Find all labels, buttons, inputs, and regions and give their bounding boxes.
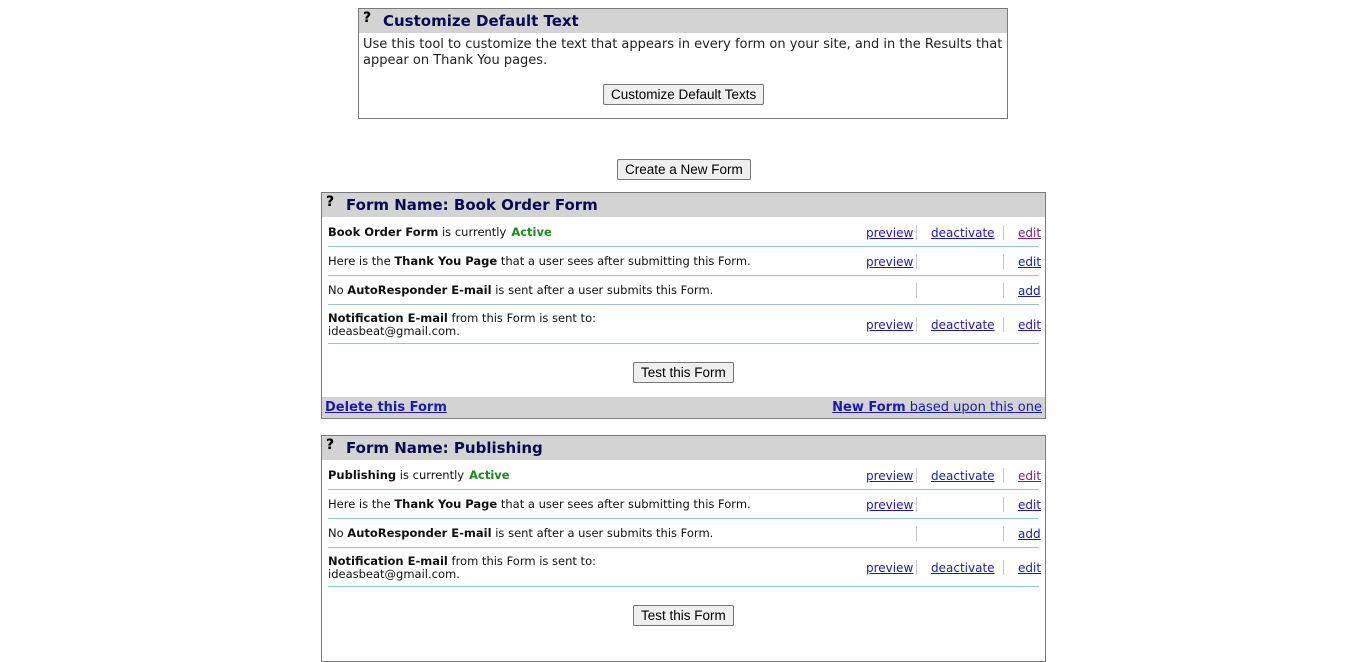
notification-row: Notification E-mail from this Form is se…: [328, 305, 1041, 344]
help-icon[interactable]: ?: [326, 437, 340, 453]
edit-notification-link[interactable]: edit: [1018, 318, 1041, 332]
add-autoresponder-link[interactable]: add: [1018, 284, 1041, 298]
deactivate-form-link[interactable]: deactivate: [931, 469, 995, 483]
form-panel-title: Form Name: Publishing: [346, 439, 543, 457]
help-icon[interactable]: ?: [363, 10, 377, 26]
preview-form-link[interactable]: preview: [866, 226, 913, 240]
status-badge: Active: [511, 225, 552, 239]
new-form-based-link[interactable]: New Form based upon this one: [832, 400, 1042, 415]
add-autoresponder-link[interactable]: add: [1018, 527, 1041, 541]
preview-form-link[interactable]: preview: [866, 469, 913, 483]
preview-thank-you-link[interactable]: preview: [866, 255, 913, 269]
customize-default-text-panel: ? Customize Default Text Use this tool t…: [358, 8, 1008, 119]
delete-form-link[interactable]: Delete this Form: [325, 400, 447, 415]
form-status-row: Book Order Form is currently Active previ…: [328, 218, 1041, 247]
edit-thank-you-link[interactable]: edit: [1018, 498, 1041, 512]
preview-notification-link[interactable]: preview: [866, 318, 913, 332]
notification-row: Notification E-mail from this Form is se…: [328, 548, 1041, 587]
form-panel-footer: Delete this Form New Form based upon thi…: [322, 397, 1045, 418]
edit-notification-link[interactable]: edit: [1018, 561, 1041, 575]
thank-you-page-row: Here is the Thank You Page that a user s…: [328, 490, 1041, 519]
notification-email: ideasbeat@gmail.com.: [328, 567, 460, 581]
form-panel-title: Form Name: Book Order Form: [346, 196, 598, 214]
form-status-row: Publishing is currently Active preview de…: [328, 461, 1041, 490]
create-new-form-button[interactable]: Create a New Form: [617, 159, 751, 180]
preview-notification-link[interactable]: preview: [866, 561, 913, 575]
help-icon[interactable]: ?: [326, 194, 340, 210]
customize-default-texts-button[interactable]: Customize Default Texts: [603, 84, 765, 105]
customize-panel-header: ? Customize Default Text: [359, 9, 1007, 33]
status-badge: Active: [469, 468, 510, 482]
test-form-button[interactable]: Test this Form: [633, 605, 734, 626]
form-panel-publishing: ? Form Name: Publishing Publishing is cu…: [321, 435, 1046, 662]
deactivate-form-link[interactable]: deactivate: [931, 226, 995, 240]
deactivate-notification-link[interactable]: deactivate: [931, 561, 995, 575]
customize-panel-title: Customize Default Text: [383, 12, 579, 30]
notification-email: ideasbeat@gmail.com.: [328, 324, 460, 338]
form-panel-header: ? Form Name: Book Order Form: [322, 193, 1045, 217]
autoresponder-row: No AutoResponder E-mail is sent after a …: [328, 519, 1041, 548]
edit-form-link[interactable]: edit: [1018, 469, 1041, 483]
autoresponder-row: No AutoResponder E-mail is sent after a …: [328, 276, 1041, 305]
preview-thank-you-link[interactable]: preview: [866, 498, 913, 512]
form-panel-header: ? Form Name: Publishing: [322, 436, 1045, 460]
edit-thank-you-link[interactable]: edit: [1018, 255, 1041, 269]
customize-description: Use this tool to customize the text that…: [363, 37, 1003, 68]
edit-form-link[interactable]: edit: [1018, 226, 1041, 240]
form-panel-book-order: ? Form Name: Book Order Form Book Order …: [321, 192, 1046, 419]
deactivate-notification-link[interactable]: deactivate: [931, 318, 995, 332]
test-form-button[interactable]: Test this Form: [633, 362, 734, 383]
thank-you-page-row: Here is the Thank You Page that a user s…: [328, 247, 1041, 276]
